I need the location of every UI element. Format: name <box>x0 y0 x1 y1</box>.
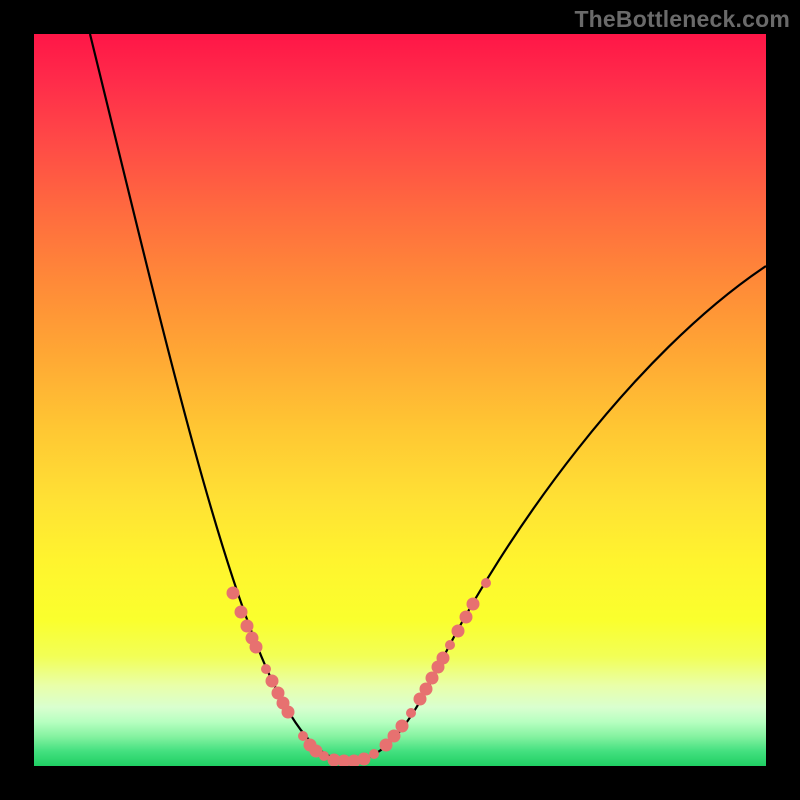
data-marker <box>481 578 491 588</box>
data-marker <box>319 751 329 761</box>
data-marker <box>396 720 409 733</box>
data-marker <box>369 749 379 759</box>
data-marker <box>298 731 308 741</box>
bottleneck-curve <box>90 34 766 761</box>
data-marker <box>241 620 254 633</box>
data-markers <box>227 578 492 766</box>
data-marker <box>235 606 248 619</box>
data-marker <box>282 706 295 719</box>
data-marker <box>250 641 263 654</box>
data-marker <box>460 611 473 624</box>
data-marker <box>426 672 439 685</box>
chart-area <box>34 34 766 766</box>
data-marker <box>261 664 271 674</box>
data-marker <box>420 683 433 696</box>
data-marker <box>227 587 240 600</box>
data-marker <box>358 753 371 766</box>
data-marker <box>467 598 480 611</box>
chart-svg <box>34 34 766 766</box>
data-marker <box>266 675 279 688</box>
data-marker <box>437 652 450 665</box>
data-marker <box>452 625 465 638</box>
data-marker <box>445 640 455 650</box>
watermark-text: TheBottleneck.com <box>574 6 790 33</box>
data-marker <box>406 708 416 718</box>
